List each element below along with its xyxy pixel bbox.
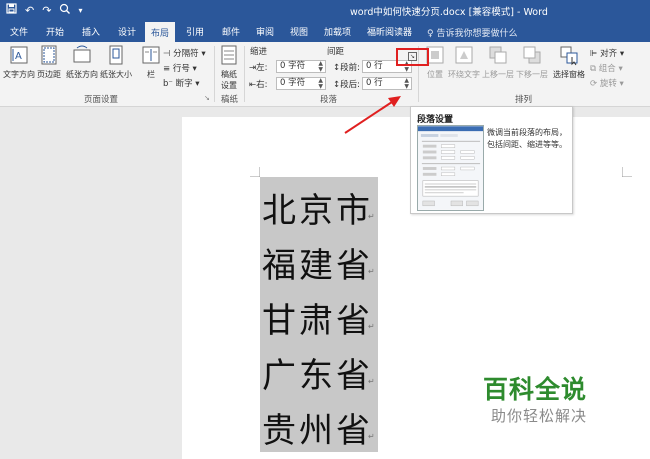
indent-right-input[interactable]: 0 字符 ▲ ▼ [276,77,326,90]
ribbon: A 文字方向 页边距 纸张方向 纸张大小 栏 ⊣ 分隔符 ▾ ≡ 行号 ▾ b⁻… [0,42,650,107]
send-backward-icon [523,46,541,64]
hyphenation-icon: b⁻ [163,79,173,89]
indent-left-input[interactable]: 0 字符 ▲ ▼ [276,60,326,73]
wrap-text-button[interactable]: 环绕文字 [448,44,480,80]
paragraph-group-label: 段落 [320,95,338,105]
size-button[interactable]: 纸张大小 [100,44,132,80]
group-icon: ⧉ [590,64,597,74]
title-bar: ↶ ↷ ▾ word中如何快速分页.docx [兼容模式] - Word [0,0,650,22]
columns-button[interactable]: 栏 [140,44,162,80]
rotate-icon: ⟳ [590,79,598,89]
paragraph-mark-icon: ↵ [368,322,375,331]
line-numbers-button[interactable]: ≡ 行号 ▾ [163,62,197,74]
indent-right-label: ⇤右: [249,80,268,90]
line-numbers-icon: ≡ [163,64,171,74]
spinner-arrows-icon[interactable]: ▲ ▼ [318,78,323,90]
tab-layout[interactable]: 布局 [145,22,176,42]
spinner-arrows-icon[interactable]: ▲ ▼ [404,78,409,90]
tell-me-search[interactable]: ♀ 告诉我你想要做什么 [427,26,517,39]
page-setup-group-label: 页面设置 [84,95,119,105]
spinner-arrows-icon[interactable]: ▲ ▼ [318,61,323,73]
page-setup-launcher-icon[interactable]: ↘ [204,94,210,102]
tab-addins[interactable]: 加载项 [324,25,351,38]
quick-access-toolbar: ↶ ↷ ▾ [6,3,82,17]
draft-group-label: 稿纸 [221,95,239,105]
selection-pane-button[interactable]: 选择窗格 [553,44,585,80]
indent-left-label: ⇥左: [249,63,268,73]
crop-mark-top-right [622,167,632,177]
document-line[interactable]: 甘肃省 [262,293,373,342]
draft-settings-button[interactable]: 稿纸 设置 [218,44,240,91]
draft-paper-icon [221,45,237,65]
arrange-group-label: 排列 [515,95,533,105]
tab-design[interactable]: 设计 [118,25,136,38]
tell-me-text: 告诉我你想要做什么 [436,29,518,39]
crop-mark-top-left [250,167,260,177]
paragraph-mark-icon: ↵ [368,432,375,441]
window-title: word中如何快速分页.docx [兼容模式] - Word [350,7,548,18]
hyphenation-button[interactable]: b⁻ 断字 ▾ [163,77,200,89]
text-direction-icon: A [10,46,28,64]
spacing-label: 间距 [327,47,345,57]
send-backward-button[interactable]: 下移一层 [516,44,548,80]
watermark-slogan: 助你轻松解决 [491,407,588,425]
group-button[interactable]: ⧉ 组合 ▾ [590,62,623,74]
paragraph-mark-icon: ↵ [368,377,375,386]
selection-pane-icon [560,46,578,66]
tooltip-description: 微调当前段落的布局，包括间距、缩进等等。 [487,128,567,149]
tooltip-title: 段落设置 [417,115,454,125]
document-line[interactable]: 贵州省 [262,403,373,452]
tab-home[interactable]: 开始 [46,25,64,38]
lightbulb-icon: ♀ [427,29,434,39]
redo-icon[interactable]: ↷ [42,4,51,17]
breaks-icon: ⊣ [163,49,171,59]
paragraph-mark-icon: ↵ [368,267,375,276]
orientation-button[interactable]: 纸张方向 [66,44,98,80]
ribbon-tabs: 文件 开始 插入 设计 布局 引用 邮件 审阅 视图 加载项 福昕阅读器 ♀ 告… [0,22,650,42]
columns-icon [142,46,160,64]
bring-forward-button[interactable]: 上移一层 [482,44,514,80]
rotate-button[interactable]: ⟳ 旋转 ▾ [590,77,624,89]
bring-forward-icon [489,46,507,64]
document-line[interactable]: 广东省 [262,348,373,397]
tab-review[interactable]: 审阅 [256,25,274,38]
print-preview-icon[interactable] [59,3,71,17]
tab-insert[interactable]: 插入 [82,25,100,38]
paragraph-settings-tooltip: 段落设置 微调当前段落的布局，包括间距、缩进等等。 [410,106,573,214]
spacing-after-input[interactable]: 0 行 ▲ ▼ [362,77,412,90]
tab-mailings[interactable]: 邮件 [222,25,240,38]
document-line[interactable]: 北京市 [262,183,373,232]
svg-text:A: A [15,51,22,62]
breaks-button[interactable]: ⊣ 分隔符 ▾ [163,47,206,59]
align-button[interactable]: ⊫ 对齐 ▾ [590,47,624,59]
paragraph-settings-launcher-icon[interactable]: ↘ [408,52,417,61]
align-icon: ⊫ [590,49,598,59]
customize-qat-icon[interactable]: ▾ [78,6,82,15]
tab-foxit-reader[interactable]: 福昕阅读器 [367,25,412,38]
tab-file[interactable]: 文件 [10,25,28,38]
orientation-icon [73,45,91,63]
paragraph-dialog-thumbnail [417,125,484,211]
text-direction-button[interactable]: A 文字方向 [3,44,35,80]
paragraph-mark-icon: ↵ [368,212,375,221]
indent-label: 缩进 [250,47,268,57]
page-size-icon [109,45,123,65]
wrap-text-icon [455,46,473,64]
tab-references[interactable]: 引用 [186,25,204,38]
undo-icon[interactable]: ↶ [25,4,34,17]
watermark-brand: 百科全说 [483,375,588,404]
margins-icon [41,45,57,65]
margins-button[interactable]: 页边距 [37,44,61,80]
tab-view[interactable]: 视图 [290,25,308,38]
spacing-before-label: ↕段前: [333,63,360,73]
group-separator [214,46,215,102]
spacing-after-label: ↕段后: [333,80,360,90]
save-icon[interactable] [6,3,17,17]
document-line[interactable]: 福建省 [262,238,373,287]
group-separator [244,46,245,102]
